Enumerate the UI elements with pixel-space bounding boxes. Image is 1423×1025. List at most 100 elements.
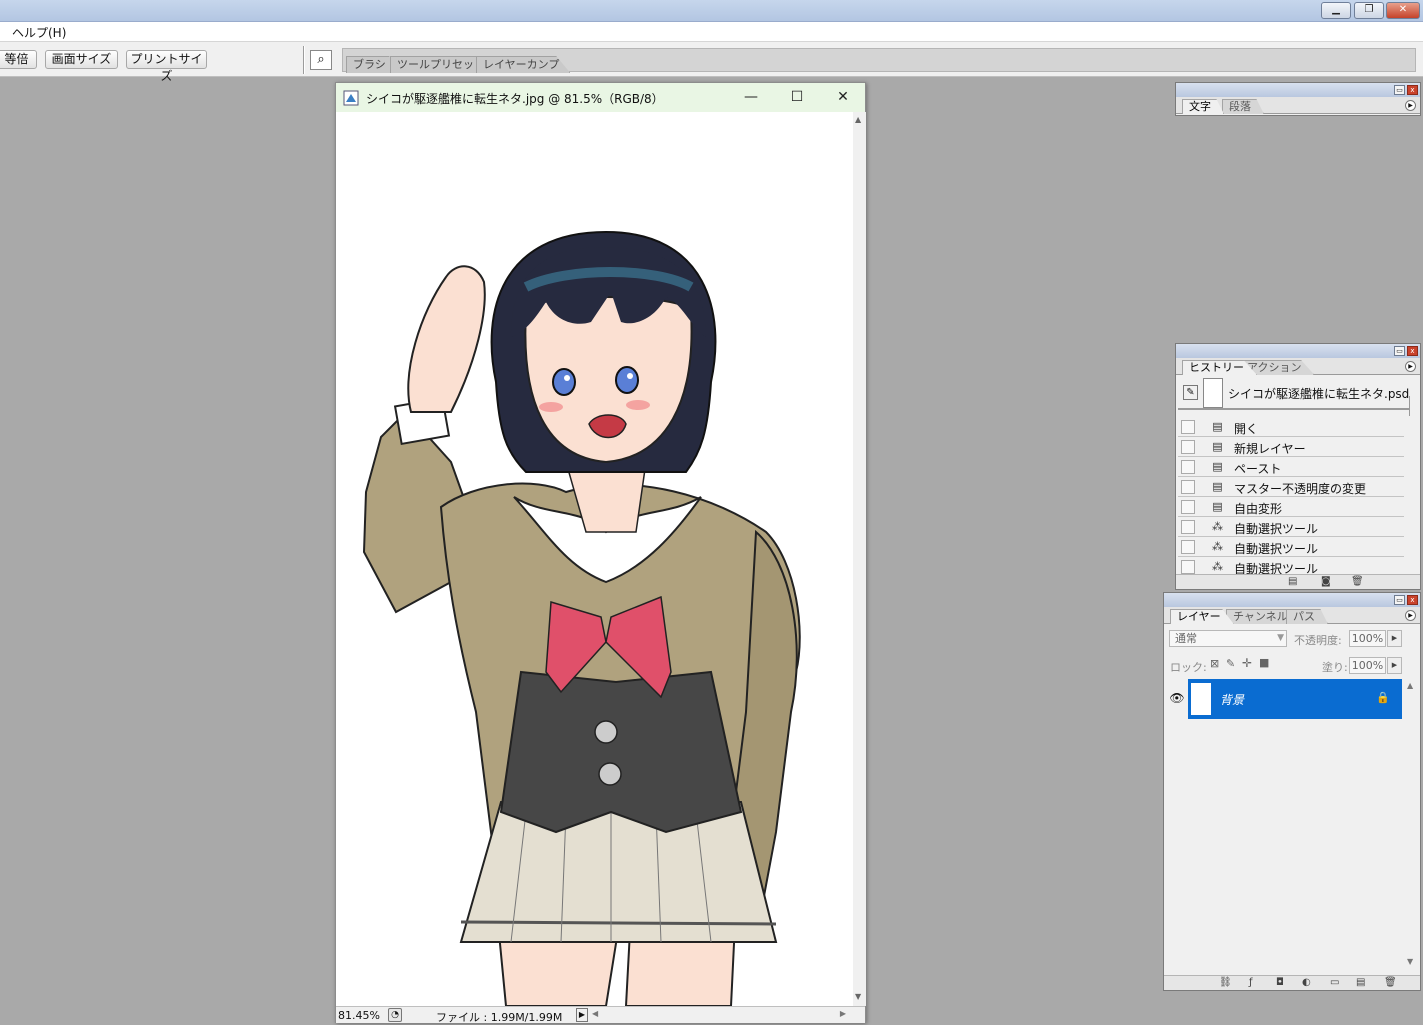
doc-minimize-button[interactable]: — (736, 86, 766, 108)
layer-row[interactable]: 👁 背景 🔒 (1166, 679, 1402, 719)
well-tab-layer-comps[interactable]: レイヤーカンプ (476, 56, 571, 73)
zoom-tool-icon[interactable]: ⌕ (310, 50, 332, 70)
document-icon: ▤ (1212, 500, 1223, 513)
palette-header[interactable]: ▭ x (1176, 83, 1420, 97)
palette-tabs: 文字 段落 (1176, 97, 1420, 114)
opacity-field[interactable]: 100% (1349, 630, 1386, 647)
history-step[interactable]: ▤ 自由変形 (1178, 497, 1404, 517)
print-size-button[interactable]: プリントサイズ (126, 50, 207, 83)
vertical-scrollbar[interactable]: ▲ ▼ (853, 112, 866, 1006)
blend-mode-value: 通常 (1175, 632, 1197, 645)
lock-all-icon[interactable]: ■ (1259, 656, 1269, 669)
adjustment-layer-icon[interactable]: ◐ (1302, 977, 1311, 988)
history-step-label: 開く (1234, 422, 1259, 436)
layers-scrollbar[interactable]: ▲ ▼ (1407, 681, 1417, 966)
document-icon: ▤ (1212, 480, 1223, 493)
magic-wand-icon: ⁂ (1212, 540, 1223, 553)
tab-paths[interactable]: パス (1286, 609, 1328, 624)
history-step[interactable]: ▤ マスター不透明度の変更 (1178, 477, 1404, 497)
new-group-icon[interactable]: ▭ (1330, 977, 1339, 988)
menu-bar: ヘルプ(H) (0, 22, 1423, 42)
image-canvas[interactable] (336, 112, 853, 1006)
lock-label: ロック: (1170, 661, 1207, 674)
snapshot-label: シイコが駆逐艦椎に転生ネタ.psd (1228, 387, 1410, 401)
opacity-label: 不透明度: (1294, 634, 1342, 647)
scroll-right-arrow-icon[interactable]: ▶ (840, 1009, 846, 1018)
palette-menu-icon[interactable]: ▶ (1405, 610, 1416, 621)
document-title: シイコが駆逐艦椎に転生ネタ.jpg @ 81.5%（RGB/8） (366, 92, 664, 106)
status-info-icon[interactable]: ◔ (388, 1008, 402, 1022)
status-menu-arrow-icon[interactable]: ▶ (576, 1008, 588, 1022)
trash-icon[interactable]: 🗑 (1384, 977, 1397, 988)
layer-mask-icon[interactable]: ◘ (1276, 977, 1284, 988)
history-snapshot[interactable]: ✎ シイコが駆逐艦椎に転生ネタ.psd (1178, 376, 1410, 410)
palette-tabs: ヒストリー アクション (1176, 358, 1420, 375)
anime-girl-illustration (362, 230, 801, 1006)
palette-collapse-button[interactable]: ▭ (1394, 85, 1405, 95)
scroll-up-arrow-icon[interactable]: ▲ (855, 115, 861, 124)
history-palette: ▭ x ヒストリー アクション ▶ ✎ シイコが駆逐艦椎に転生ネタ.psd ▤ … (1175, 343, 1421, 590)
fill-label: 塗り: (1322, 661, 1348, 674)
horizontal-scrollbar[interactable]: ◀ ▶ (592, 1009, 846, 1021)
history-scrollbar[interactable] (1409, 396, 1417, 416)
palette-close-button[interactable]: x (1407, 346, 1418, 356)
tab-layers[interactable]: レイヤー (1170, 609, 1234, 624)
palette-menu-icon[interactable]: ▶ (1405, 361, 1416, 372)
link-layers-icon[interactable]: ⛓ (1219, 977, 1232, 988)
palette-header[interactable]: ▭ x (1164, 593, 1420, 607)
history-brush-checkbox[interactable] (1181, 540, 1195, 554)
history-brush-checkbox[interactable] (1181, 520, 1195, 534)
minimize-button[interactable]: ▁ (1321, 2, 1351, 19)
fill-field[interactable]: 100% (1349, 657, 1386, 674)
scroll-down-arrow-icon[interactable]: ▼ (855, 992, 861, 1001)
fit-screen-button[interactable]: 画面サイズ (45, 50, 118, 69)
history-brush-source-icon[interactable]: ✎ (1183, 385, 1198, 400)
history-step[interactable]: ⁂ 自動選択ツール (1178, 537, 1404, 557)
scroll-down-arrow-icon[interactable]: ▼ (1407, 957, 1413, 966)
eye-icon[interactable]: 👁 (1168, 687, 1186, 709)
history-brush-checkbox[interactable] (1181, 420, 1195, 434)
scroll-up-arrow-icon[interactable]: ▲ (1407, 681, 1413, 690)
lock-image-icon[interactable]: ✎ (1226, 657, 1235, 670)
history-step[interactable]: ▤ 新規レイヤー (1178, 437, 1404, 457)
trash-icon[interactable]: 🗑 (1351, 576, 1364, 587)
palette-close-button[interactable]: x (1407, 595, 1418, 605)
palette-menu-icon[interactable]: ▶ (1405, 100, 1416, 111)
actual-pixels-button[interactable]: 等倍 (0, 50, 37, 69)
doc-close-button[interactable]: ✕ (828, 86, 858, 108)
doc-maximize-button[interactable]: ☐ (782, 86, 812, 108)
opacity-slider-button[interactable]: ▶ (1387, 630, 1402, 647)
menu-help[interactable]: ヘルプ(H) (12, 24, 66, 41)
history-footer: ▤ ◙ 🗑 (1176, 574, 1420, 589)
new-layer-icon[interactable]: ▤ (1356, 977, 1365, 988)
layer-style-icon[interactable]: ƒ (1249, 977, 1253, 988)
close-button[interactable]: ✕ (1386, 2, 1420, 19)
history-brush-checkbox[interactable] (1181, 440, 1195, 454)
palette-collapse-button[interactable]: ▭ (1394, 595, 1405, 605)
history-step[interactable]: ⁂ 自動選択ツール (1178, 517, 1404, 537)
history-brush-checkbox[interactable] (1181, 480, 1195, 494)
tab-character[interactable]: 文字 (1182, 99, 1224, 114)
tab-paragraph[interactable]: 段落 (1222, 99, 1264, 114)
layer-selection[interactable]: 背景 🔒 (1188, 679, 1402, 719)
lock-transparent-icon[interactable]: ⊠ (1210, 657, 1219, 670)
blend-mode-select[interactable]: 通常 ▼ (1169, 630, 1287, 647)
lock-position-icon[interactable]: ✛ (1242, 656, 1252, 670)
history-brush-checkbox[interactable] (1181, 500, 1195, 514)
zoom-level-field[interactable]: 81.45% (338, 1009, 380, 1022)
restore-button[interactable]: ❐ (1354, 2, 1384, 19)
palette-header[interactable]: ▭ x (1176, 344, 1420, 358)
document-icon: ▤ (1212, 420, 1223, 433)
history-step[interactable]: ▤ ペースト (1178, 457, 1404, 477)
document-title-bar[interactable]: シイコが駆逐艦椎に転生ネタ.jpg @ 81.5%（RGB/8） — ☐ ✕ (336, 83, 865, 112)
history-step[interactable]: ▤ 開く (1178, 417, 1404, 437)
history-brush-checkbox[interactable] (1181, 560, 1195, 574)
palette-collapse-button[interactable]: ▭ (1394, 346, 1405, 356)
new-snapshot-icon[interactable]: ◙ (1321, 576, 1331, 587)
history-brush-checkbox[interactable] (1181, 460, 1195, 474)
options-bar: 等倍 画面サイズ プリントサイズ ⌕ ブラシ ツールプリセット レイヤーカンプ (0, 42, 1423, 83)
well-tab-brushes[interactable]: ブラシ (346, 56, 397, 73)
palette-close-button[interactable]: x (1407, 85, 1418, 95)
new-document-from-state-icon[interactable]: ▤ (1288, 576, 1297, 587)
fill-slider-button[interactable]: ▶ (1387, 657, 1402, 674)
